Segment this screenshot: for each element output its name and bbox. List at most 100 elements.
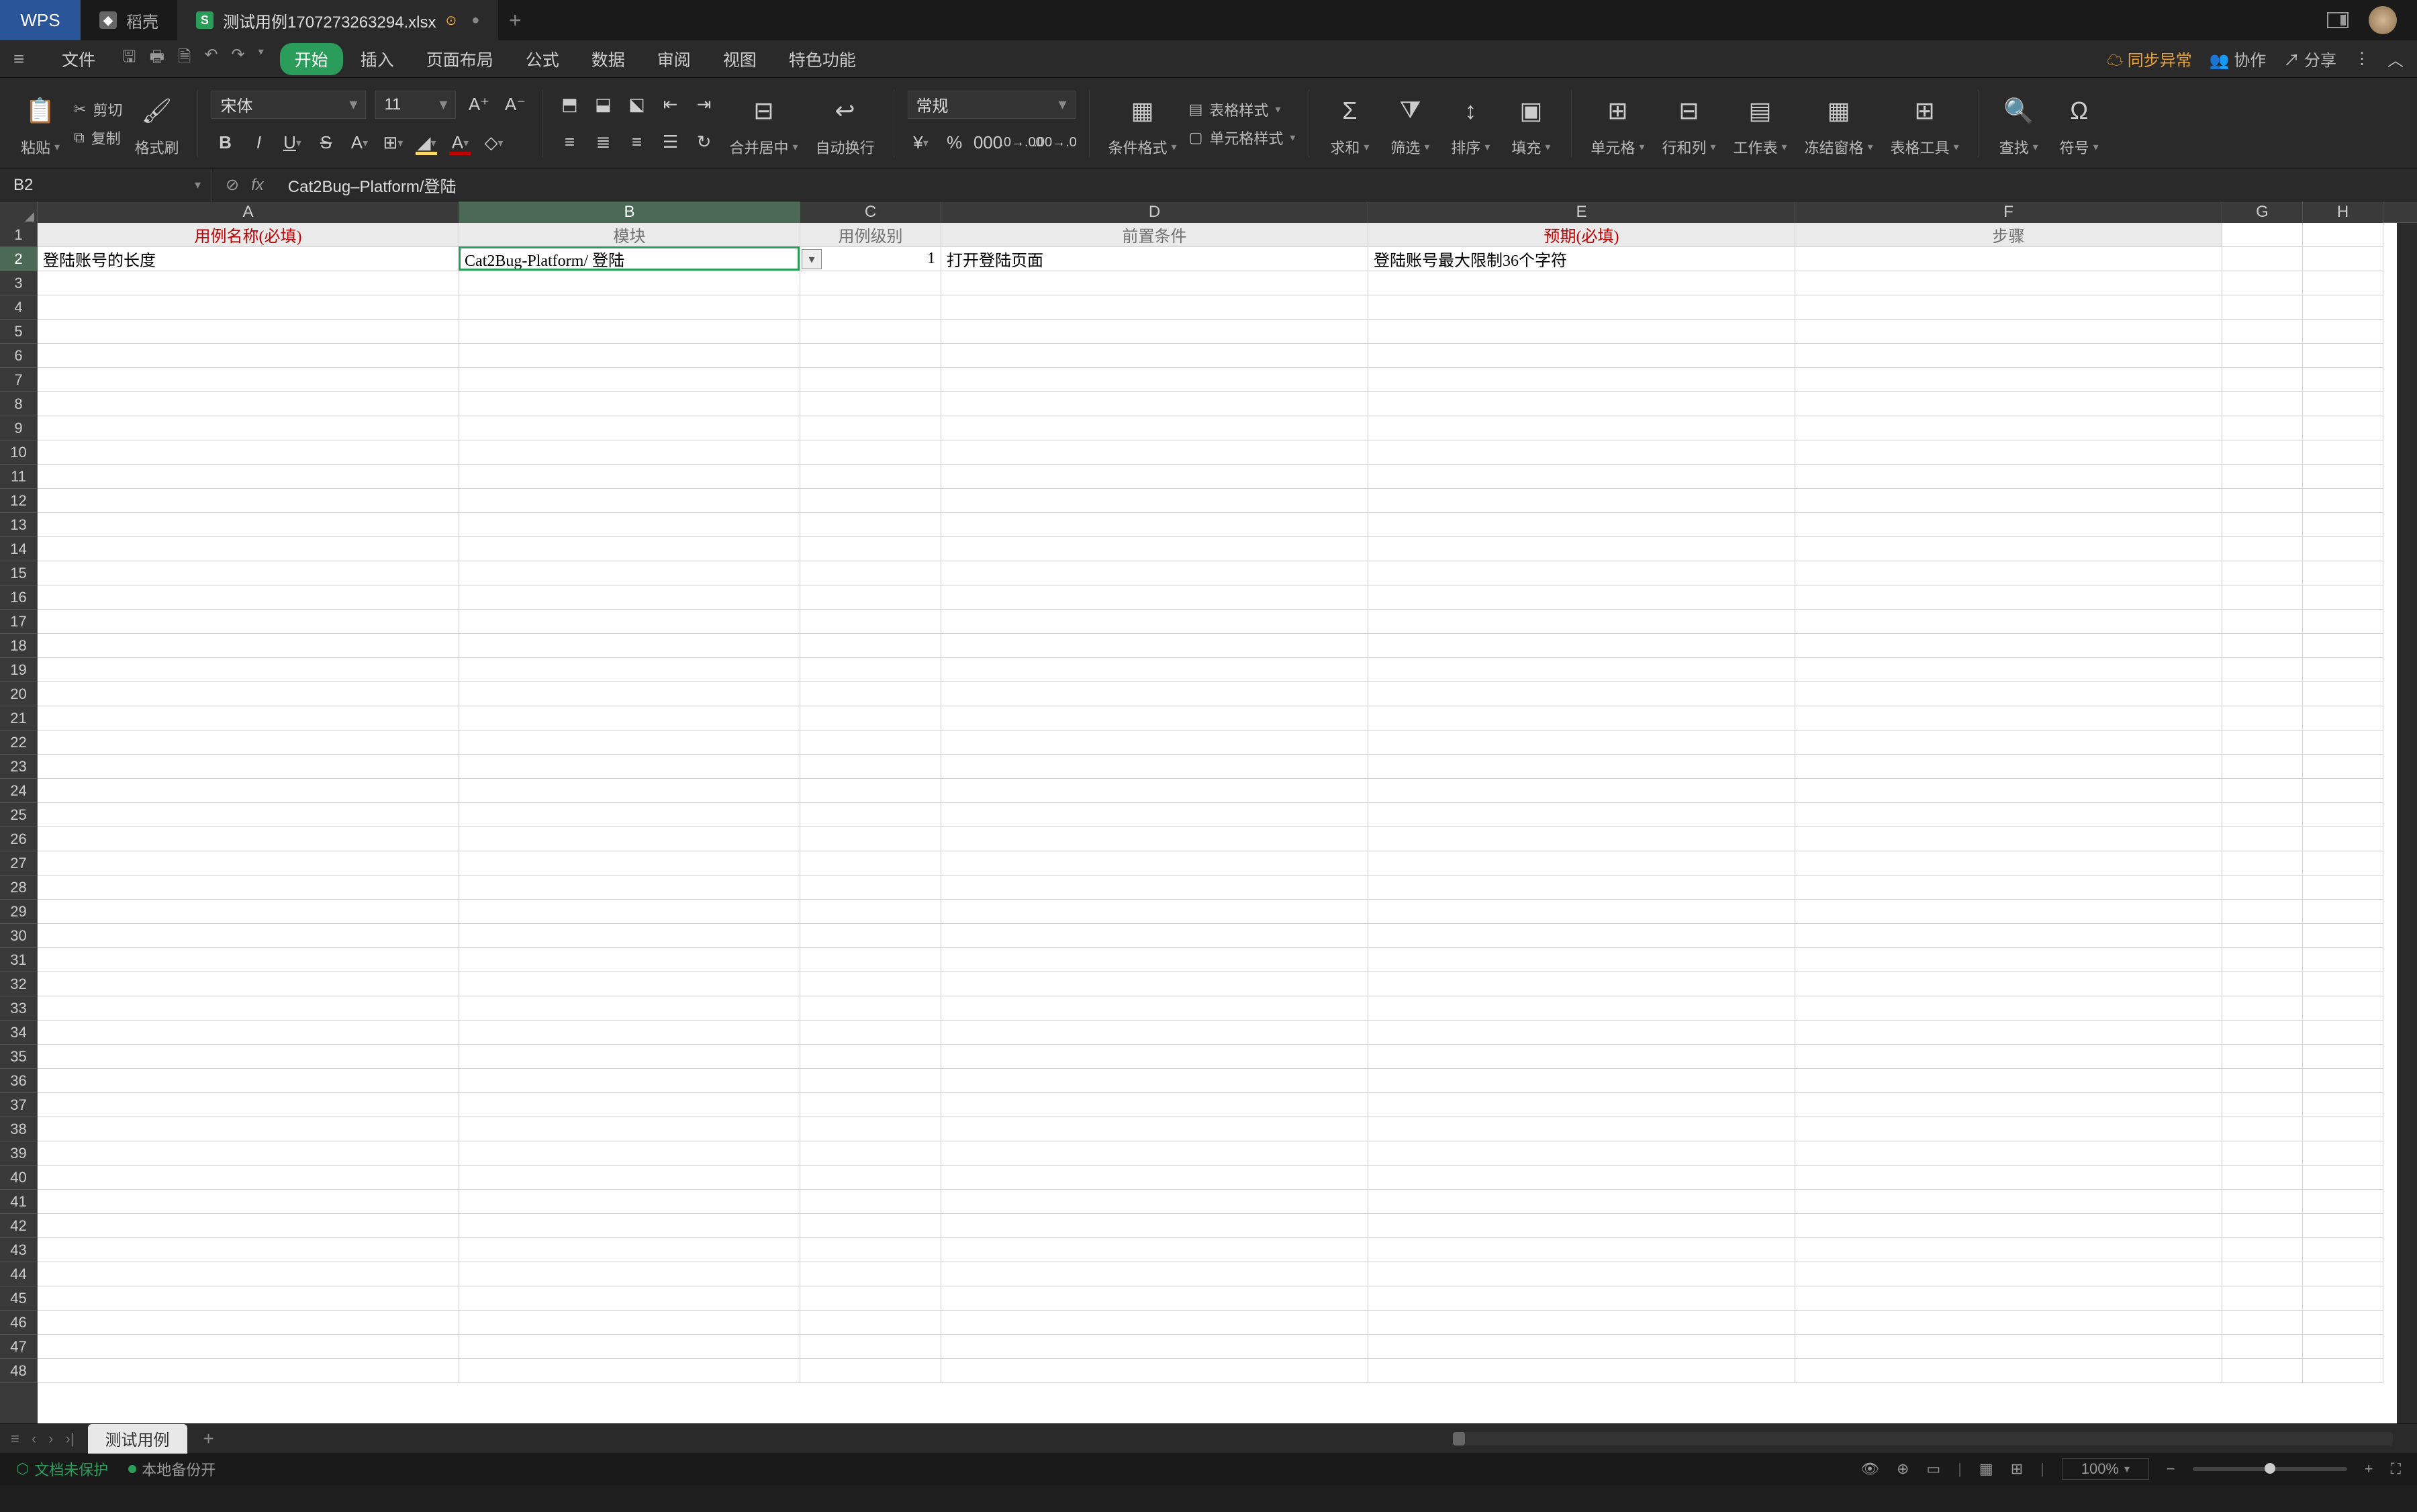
row-header[interactable]: 21: [0, 706, 38, 730]
cell[interactable]: [2222, 1238, 2303, 1262]
row-header[interactable]: 47: [0, 1335, 38, 1359]
cell[interactable]: [38, 851, 459, 876]
cell[interactable]: [38, 295, 459, 320]
increase-decimal-icon[interactable]: .0→.00: [1008, 130, 1035, 156]
cell[interactable]: [38, 416, 459, 440]
cell[interactable]: [38, 996, 459, 1021]
cell[interactable]: [1795, 416, 2222, 440]
close-tab-icon[interactable]: ●: [471, 13, 479, 28]
cell[interactable]: [1795, 634, 2222, 658]
worksheet-label[interactable]: 工作表▾: [1734, 136, 1787, 158]
cell[interactable]: [459, 489, 800, 513]
cell[interactable]: [2303, 730, 2383, 755]
cell[interactable]: [459, 827, 800, 851]
cell[interactable]: [2303, 1117, 2383, 1141]
cell[interactable]: [2303, 489, 2383, 513]
cell[interactable]: [459, 706, 800, 730]
font-size-combo[interactable]: 11▾: [375, 91, 456, 119]
row-header[interactable]: 3: [0, 271, 38, 295]
cell[interactable]: [800, 996, 941, 1021]
cell[interactable]: [1368, 368, 1795, 392]
share-button[interactable]: ↗ 分享: [2283, 47, 2336, 70]
row-header[interactable]: 24: [0, 779, 38, 803]
cell[interactable]: [2303, 803, 2383, 827]
sheet-nav-first-icon[interactable]: ≡: [11, 1430, 19, 1448]
cell[interactable]: [1795, 1335, 2222, 1359]
undo-icon[interactable]: ↶: [204, 45, 218, 73]
cell[interactable]: [38, 1311, 459, 1335]
cell[interactable]: [941, 972, 1368, 996]
qat-more-icon[interactable]: ▾: [258, 45, 264, 73]
cell[interactable]: 登陆账号的长度: [38, 247, 459, 271]
cell[interactable]: [941, 1262, 1368, 1286]
cell[interactable]: [2222, 755, 2303, 779]
table-tools-label[interactable]: 表格工具▾: [1891, 136, 1959, 158]
cell[interactable]: [2303, 392, 2383, 416]
cell[interactable]: [941, 996, 1368, 1021]
cell[interactable]: [38, 827, 459, 851]
cell[interactable]: [800, 730, 941, 755]
cell[interactable]: [2222, 634, 2303, 658]
cell[interactable]: [38, 344, 459, 368]
row-header[interactable]: 29: [0, 900, 38, 924]
orientation-icon[interactable]: ↻: [690, 129, 717, 156]
zoom-slider[interactable]: [2193, 1467, 2347, 1471]
cell[interactable]: [941, 585, 1368, 610]
add-sheet-button[interactable]: +: [195, 1428, 222, 1450]
cell[interactable]: [1368, 803, 1795, 827]
cell[interactable]: [38, 900, 459, 924]
filter-label[interactable]: 筛选▾: [1390, 136, 1429, 158]
focus-icon[interactable]: ⊕: [1897, 1460, 1909, 1478]
cell[interactable]: [941, 440, 1368, 465]
cell[interactable]: Cat2Bug-Platform/ 登陆: [459, 247, 800, 271]
new-tab-button[interactable]: +: [498, 8, 532, 33]
row-header[interactable]: 7: [0, 368, 38, 392]
cell[interactable]: [941, 779, 1368, 803]
cell[interactable]: 用例名称(必填): [38, 223, 459, 247]
cell[interactable]: [2303, 876, 2383, 900]
find-label[interactable]: 查找▾: [1999, 136, 2038, 158]
cell[interactable]: [1795, 1286, 2222, 1311]
cell-label[interactable]: 单元格▾: [1591, 136, 1644, 158]
cell[interactable]: 登陆账号最大限制36个字符: [1368, 247, 1795, 271]
cell[interactable]: [1795, 271, 2222, 295]
menu-视图[interactable]: 视图: [708, 43, 771, 75]
cell-dropdown-button[interactable]: ▾: [802, 249, 822, 269]
cell[interactable]: [1368, 1141, 1795, 1166]
cell[interactable]: [38, 706, 459, 730]
cell[interactable]: [941, 1093, 1368, 1117]
cell[interactable]: [1795, 1117, 2222, 1141]
underline-icon[interactable]: U▾: [279, 130, 305, 156]
cell[interactable]: [800, 537, 941, 561]
cell[interactable]: [459, 1166, 800, 1190]
cell[interactable]: [941, 1045, 1368, 1069]
row-header[interactable]: 17: [0, 610, 38, 634]
cell[interactable]: [2222, 1093, 2303, 1117]
cell[interactable]: [1368, 1286, 1795, 1311]
cell[interactable]: [38, 1069, 459, 1093]
cell[interactable]: [459, 271, 800, 295]
cell[interactable]: [1795, 295, 2222, 320]
formula-input[interactable]: Cat2Bug–Platform/登陆: [277, 173, 2417, 197]
cell[interactable]: [800, 900, 941, 924]
strikethrough-icon[interactable]: S: [312, 130, 339, 156]
cell[interactable]: [1368, 658, 1795, 682]
cell[interactable]: [941, 1141, 1368, 1166]
cell[interactable]: [800, 1093, 941, 1117]
cells-area[interactable]: 用例名称(必填)模块用例级别前置条件预期(必填)步骤登陆账号的长度Cat2Bug…: [38, 223, 2397, 1423]
cancel-formula-icon[interactable]: ⊘: [226, 175, 239, 195]
paste-label[interactable]: 粘贴▾: [21, 136, 60, 158]
cell[interactable]: [800, 344, 941, 368]
cell[interactable]: [941, 1238, 1368, 1262]
fx-icon[interactable]: fx: [251, 176, 264, 195]
symbol-icon[interactable]: Ω: [2058, 89, 2101, 132]
cell[interactable]: [941, 900, 1368, 924]
row-header[interactable]: 9: [0, 416, 38, 440]
menu-数据[interactable]: 数据: [577, 43, 640, 75]
cell[interactable]: [2303, 706, 2383, 730]
cell[interactable]: [2303, 658, 2383, 682]
cell[interactable]: [941, 682, 1368, 706]
cell[interactable]: [38, 1117, 459, 1141]
redo-icon[interactable]: ↷: [232, 45, 245, 73]
cell[interactable]: [1368, 1190, 1795, 1214]
